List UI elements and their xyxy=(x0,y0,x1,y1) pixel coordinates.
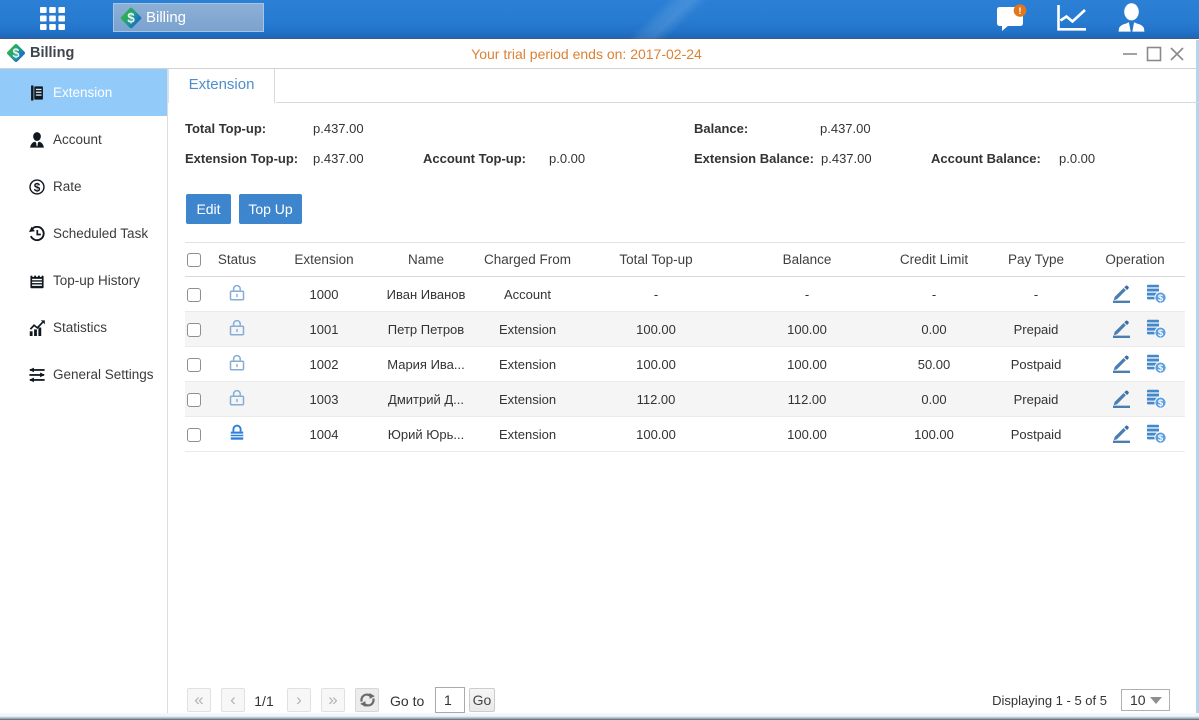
svg-text:!: ! xyxy=(1018,6,1021,17)
svg-text:$: $ xyxy=(34,181,41,194)
svg-text:$: $ xyxy=(127,10,135,25)
